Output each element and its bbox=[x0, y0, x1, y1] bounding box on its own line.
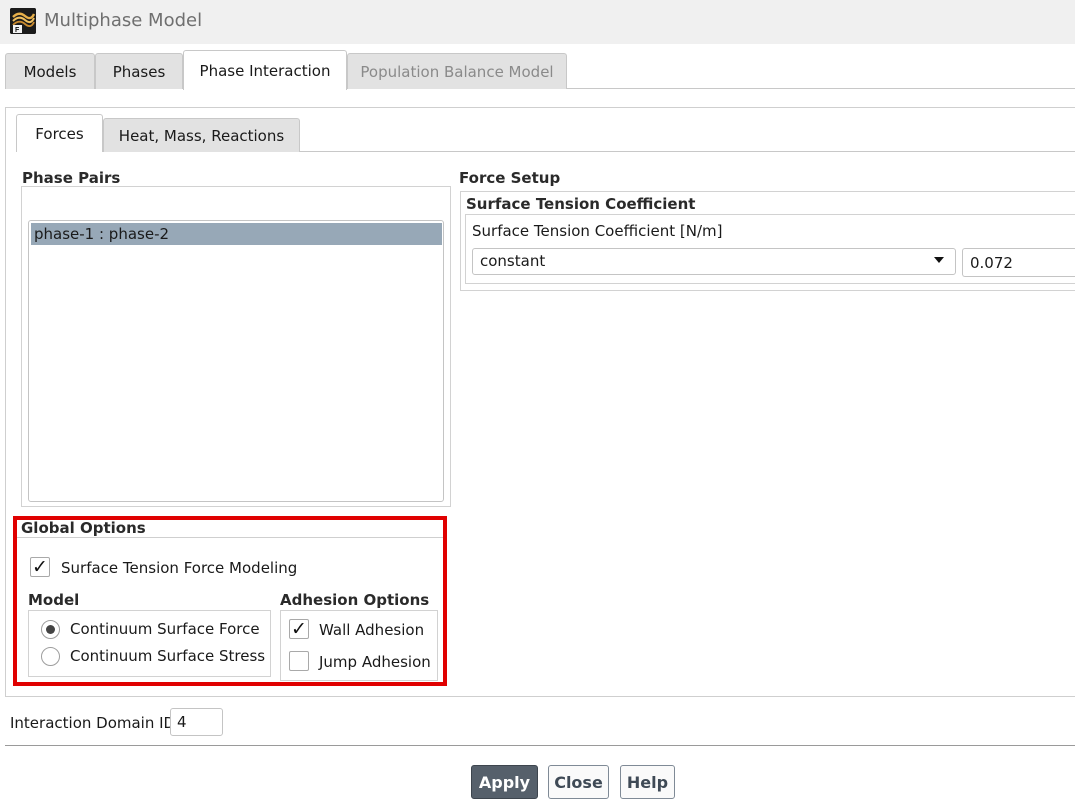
phase-pairs-list[interactable] bbox=[28, 220, 444, 502]
svg-text:F: F bbox=[15, 27, 20, 34]
continuum-surface-force-label: Continuum Surface Force bbox=[70, 620, 260, 638]
wall-adhesion-label: Wall Adhesion bbox=[319, 621, 425, 639]
window-title: Multiphase Model bbox=[44, 10, 203, 31]
interaction-domain-label: Interaction Domain ID bbox=[10, 714, 176, 732]
adhesion-options-title: Adhesion Options bbox=[280, 591, 430, 609]
check-icon: ✓ bbox=[32, 555, 48, 578]
tab-models[interactable]: Models bbox=[5, 53, 95, 89]
fluent-logo-icon: F bbox=[10, 8, 36, 34]
close-button[interactable]: Close bbox=[548, 765, 609, 799]
model-title: Model bbox=[28, 591, 80, 609]
surface-tension-field-label: Surface Tension Coefficient [N/m] bbox=[472, 222, 723, 240]
surface-tension-modeling-label: Surface Tension Force Modeling bbox=[61, 559, 298, 577]
phase-pairs-title: Phase Pairs bbox=[22, 169, 121, 187]
jump-adhesion-label: Jump Adhesion bbox=[319, 653, 431, 671]
subtab-forces[interactable]: Forces bbox=[16, 114, 103, 152]
tab-phases[interactable]: Phases bbox=[95, 53, 183, 89]
tab-population-balance-model[interactable]: Population Balance Model bbox=[347, 53, 567, 89]
continuum-surface-force-radio[interactable] bbox=[41, 620, 60, 639]
apply-button[interactable]: Apply bbox=[471, 765, 538, 799]
subtab-heat-mass-reactions[interactable]: Heat, Mass, Reactions bbox=[103, 118, 300, 152]
check-icon: ✓ bbox=[291, 617, 307, 640]
force-setup-title: Force Setup bbox=[459, 169, 561, 187]
help-button[interactable]: Help bbox=[620, 765, 675, 799]
surface-tension-coefficient-title: Surface Tension Coefficient bbox=[466, 195, 696, 213]
surface-tension-modeling-checkbox[interactable]: ✓ bbox=[30, 557, 50, 577]
dropdown-arrow-icon[interactable] bbox=[934, 257, 944, 263]
continuum-surface-stress-radio[interactable] bbox=[41, 647, 60, 666]
tab-phase-interaction[interactable]: Phase Interaction bbox=[183, 50, 347, 90]
continuum-surface-stress-label: Continuum Surface Stress bbox=[70, 647, 266, 665]
wall-adhesion-checkbox[interactable]: ✓ bbox=[289, 619, 309, 639]
surface-tension-value-input[interactable] bbox=[962, 248, 1075, 277]
radio-selected-dot bbox=[46, 625, 55, 634]
jump-adhesion-checkbox[interactable] bbox=[289, 651, 309, 671]
global-options-title: Global Options bbox=[21, 519, 146, 537]
surface-tension-method-select[interactable]: constant bbox=[472, 248, 956, 275]
global-options-divider bbox=[17, 537, 443, 538]
bottom-divider bbox=[5, 745, 1075, 746]
list-item[interactable]: phase-1 : phase-2 bbox=[31, 223, 442, 245]
interaction-domain-input[interactable] bbox=[170, 708, 223, 736]
